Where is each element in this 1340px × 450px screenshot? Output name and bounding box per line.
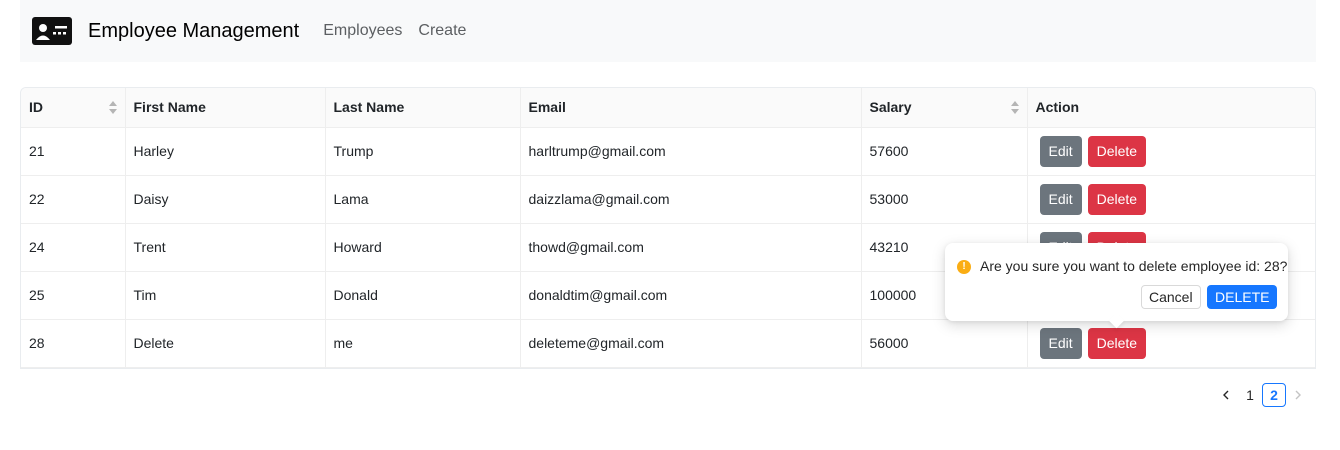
confirm-message: Are you sure you want to delete employee… bbox=[980, 258, 1288, 274]
column-header-email: Email bbox=[520, 88, 862, 128]
nav-link-create[interactable]: Create bbox=[418, 22, 466, 40]
confirm-delete-button[interactable]: DELETE bbox=[1207, 285, 1278, 309]
cell-last-name: Donald bbox=[325, 271, 521, 320]
column-header-salary[interactable]: Salary bbox=[861, 88, 1028, 128]
column-header-last-name: Last Name bbox=[325, 88, 521, 128]
edit-button[interactable]: Edit bbox=[1039, 135, 1082, 167]
column-header-first-name: First Name bbox=[125, 88, 326, 128]
cell-id: 22 bbox=[21, 175, 126, 224]
cell-action: EditDelete bbox=[1027, 175, 1315, 224]
delete-button[interactable]: Delete bbox=[1087, 327, 1147, 359]
cell-email: deleteme@gmail.com bbox=[520, 319, 862, 368]
column-header-label: Last Name bbox=[333, 99, 405, 116]
exclamation-icon: ! bbox=[957, 260, 971, 274]
edit-button[interactable]: Edit bbox=[1039, 183, 1082, 215]
nav-link-employees[interactable]: Employees bbox=[323, 22, 402, 40]
cell-first-name: Harley bbox=[125, 127, 326, 176]
table-row: 28 Delete me deleteme@gmail.com 56000 Ed… bbox=[21, 319, 1315, 368]
page-item-2[interactable]: 2 bbox=[1262, 383, 1286, 407]
cell-first-name: Delete bbox=[125, 319, 326, 368]
cell-first-name: Trent bbox=[125, 223, 326, 272]
cell-email: daizzlama@gmail.com bbox=[520, 175, 862, 224]
brand-title[interactable]: Employee Management bbox=[88, 20, 299, 43]
page-item-1[interactable]: 1 bbox=[1238, 383, 1262, 407]
cell-last-name: me bbox=[325, 319, 521, 368]
cell-id: 25 bbox=[21, 271, 126, 320]
cell-first-name: Daisy bbox=[125, 175, 326, 224]
cell-email: harltrump@gmail.com bbox=[520, 127, 862, 176]
delete-button[interactable]: Delete bbox=[1087, 135, 1147, 167]
cell-salary: 56000 bbox=[861, 319, 1028, 368]
cell-first-name: Tim bbox=[125, 271, 326, 320]
cell-salary: 57600 bbox=[861, 127, 1028, 176]
table-header-row: ID First Name Last Name Email Salary Act… bbox=[21, 88, 1315, 128]
column-header-id[interactable]: ID bbox=[21, 88, 126, 128]
pagination: 1 2 bbox=[1214, 383, 1310, 407]
table-row: 22 Daisy Lama daizzlama@gmail.com 53000 … bbox=[21, 175, 1315, 224]
delete-button[interactable]: Delete bbox=[1087, 183, 1147, 215]
column-header-action: Action bbox=[1027, 88, 1315, 128]
delete-confirm-popover: ! Are you sure you want to delete employ… bbox=[945, 243, 1288, 329]
sort-icon[interactable] bbox=[1010, 101, 1019, 114]
cell-id: 21 bbox=[21, 127, 126, 176]
cancel-button[interactable]: Cancel bbox=[1141, 285, 1201, 309]
cell-salary: 53000 bbox=[861, 175, 1028, 224]
column-header-label: ID bbox=[29, 99, 43, 116]
cell-last-name: Howard bbox=[325, 223, 521, 272]
column-header-label: Email bbox=[528, 99, 566, 116]
prev-page-icon[interactable] bbox=[1214, 383, 1238, 407]
cell-action: EditDelete bbox=[1027, 319, 1315, 368]
cell-id: 28 bbox=[21, 319, 126, 368]
cell-email: thowd@gmail.com bbox=[520, 223, 862, 272]
cell-last-name: Lama bbox=[325, 175, 521, 224]
cell-id: 24 bbox=[21, 223, 126, 272]
table-row: 21 Harley Trump harltrump@gmail.com 5760… bbox=[21, 127, 1315, 176]
column-header-label: Action bbox=[1035, 99, 1080, 116]
column-header-label: Salary bbox=[869, 99, 912, 116]
cell-email: donaldtim@gmail.com bbox=[520, 271, 862, 320]
sort-icon[interactable] bbox=[108, 101, 117, 114]
employee-id-card-icon[interactable] bbox=[32, 17, 72, 45]
column-header-label: First Name bbox=[133, 99, 206, 116]
edit-button[interactable]: Edit bbox=[1039, 327, 1082, 359]
navbar: Employee Management Employees Create bbox=[20, 0, 1316, 62]
next-page-icon[interactable] bbox=[1286, 383, 1310, 407]
cell-action: EditDelete bbox=[1027, 127, 1315, 176]
cell-last-name: Trump bbox=[325, 127, 521, 176]
employee-table: ID First Name Last Name Email Salary Act… bbox=[20, 87, 1316, 369]
